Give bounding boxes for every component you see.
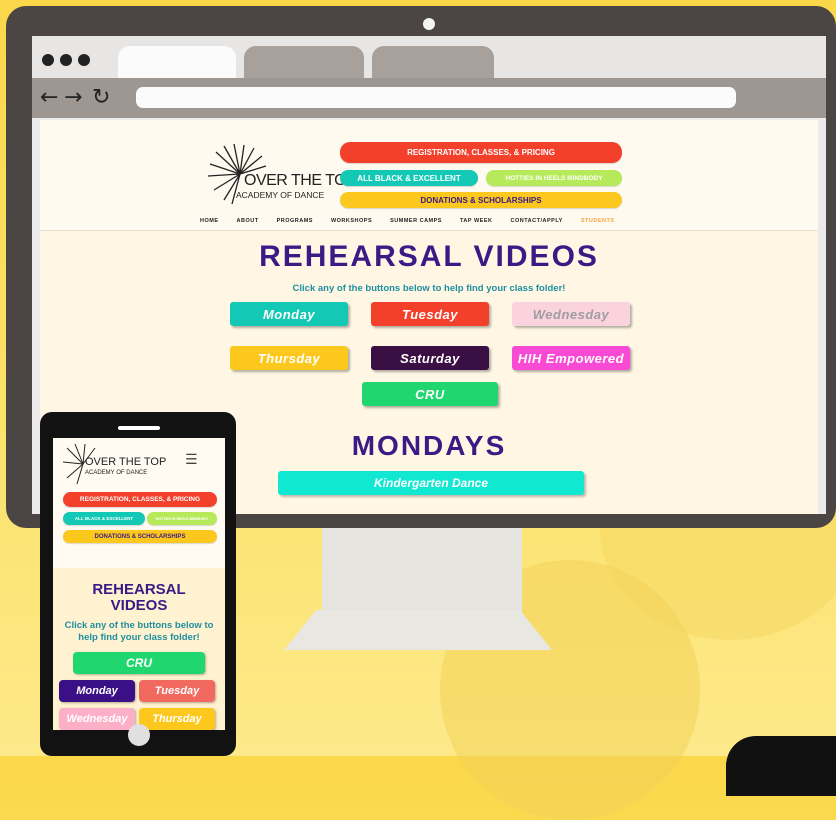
window-dot[interactable] (42, 54, 54, 66)
monday-button[interactable]: Monday (230, 302, 348, 326)
donations-button[interactable]: DONATIONS & SCHOLARSHIPS (340, 192, 622, 208)
browser-tab[interactable] (372, 46, 494, 78)
window-dot[interactable] (60, 54, 72, 66)
window-controls (42, 54, 90, 66)
mobile-phone: OVER THE TOP ACADEMY OF DANCE ☰ REGISTRA… (40, 412, 236, 756)
kindergarten-dance-button[interactable]: Kindergarten Dance (278, 471, 584, 495)
mobile-subtitle: Click any of the buttons below to help f… (64, 620, 214, 643)
forward-arrow-icon[interactable]: → (64, 86, 82, 110)
all-black-excellent-button[interactable]: ALL BLACK & EXCELLENT (340, 170, 478, 186)
nav-summer-camps[interactable]: SUMMER CAMPS (390, 218, 442, 224)
mobile-title-line2: VIDEOS (110, 597, 168, 614)
mobile-logo-subtitle: ACADEMY OF DANCE (85, 470, 148, 476)
nav-contact-apply[interactable]: CONTACT/APPLY (511, 218, 563, 224)
corner-decoration (726, 736, 836, 796)
page-subtitle: Click any of the buttons below to help f… (292, 283, 566, 294)
mobile-title-line1: REHEARSAL (92, 581, 186, 598)
mobile-screen: OVER THE TOP ACADEMY OF DANCE ☰ REGISTRA… (53, 438, 225, 730)
nav-tap-week[interactable]: TAP WEEK (460, 218, 493, 224)
tuesday-button[interactable]: Tuesday (371, 302, 489, 326)
mobile-monday-button[interactable]: Monday (59, 680, 135, 702)
wednesday-button[interactable]: Wednesday (512, 302, 630, 326)
browser-tab-active[interactable] (118, 46, 236, 78)
mobile-title: REHEARSAL VIDEOS (53, 582, 225, 614)
logo-subtitle: ACADEMY OF DANCE (236, 190, 325, 200)
thursday-button[interactable]: Thursday (230, 346, 348, 370)
nav-students[interactable]: STUDENTS (581, 218, 615, 224)
hotties-in-heels-button[interactable]: HOTTIES IN HEELS MINDBODY (486, 170, 622, 186)
mobile-registration-button[interactable]: REGISTRATION, CLASSES, & PRICING (63, 492, 217, 507)
tab-bar (32, 36, 826, 78)
phone-speaker (118, 426, 160, 430)
page-title: REHEARSAL VIDEOS (259, 240, 599, 273)
monitor-stand-base (284, 610, 552, 650)
nav-home[interactable]: HOME (200, 218, 219, 224)
mobile-cru-button[interactable]: CRU (73, 652, 205, 674)
registration-button[interactable]: REGISTRATION, CLASSES, & PRICING (340, 142, 622, 163)
mobile-all-black-button[interactable]: ALL BLACK & EXCELLENT (63, 512, 145, 525)
reload-icon[interactable]: ↻ (92, 86, 110, 110)
nav-about[interactable]: ABOUT (237, 218, 259, 224)
saturday-button[interactable]: Saturday (371, 346, 489, 370)
mobile-logo-title: OVER THE TOP (85, 456, 167, 468)
mobile-wednesday-button[interactable]: Wednesday (59, 708, 135, 730)
phone-home-button[interactable] (128, 724, 150, 746)
mobile-hotties-button[interactable]: HOTTIES IN HEELS MINDBODY (147, 512, 217, 525)
mobile-donations-button[interactable]: DONATIONS & SCHOLARSHIPS (63, 530, 217, 543)
main-nav: HOME ABOUT PROGRAMS WORKSHOPS SUMMER CAM… (200, 218, 614, 224)
window-dot[interactable] (78, 54, 90, 66)
hamburger-menu-icon[interactable]: ☰ (185, 452, 198, 468)
back-arrow-icon[interactable]: ← (40, 86, 58, 110)
browser-tab[interactable] (244, 46, 364, 78)
hih-empowered-button[interactable]: HIH Empowered (512, 346, 630, 370)
nav-workshops[interactable]: WORKSHOPS (331, 218, 372, 224)
cru-button[interactable]: CRU (362, 382, 498, 406)
monitor-stand-neck (322, 520, 522, 620)
camera-dot (423, 18, 435, 30)
address-bar-row: ← → ↻ (32, 78, 826, 118)
nav-programs[interactable]: PROGRAMS (277, 218, 313, 224)
mobile-thursday-button[interactable]: Thursday (139, 708, 215, 730)
url-input[interactable] (136, 87, 736, 108)
mobile-tuesday-button[interactable]: Tuesday (139, 680, 215, 702)
